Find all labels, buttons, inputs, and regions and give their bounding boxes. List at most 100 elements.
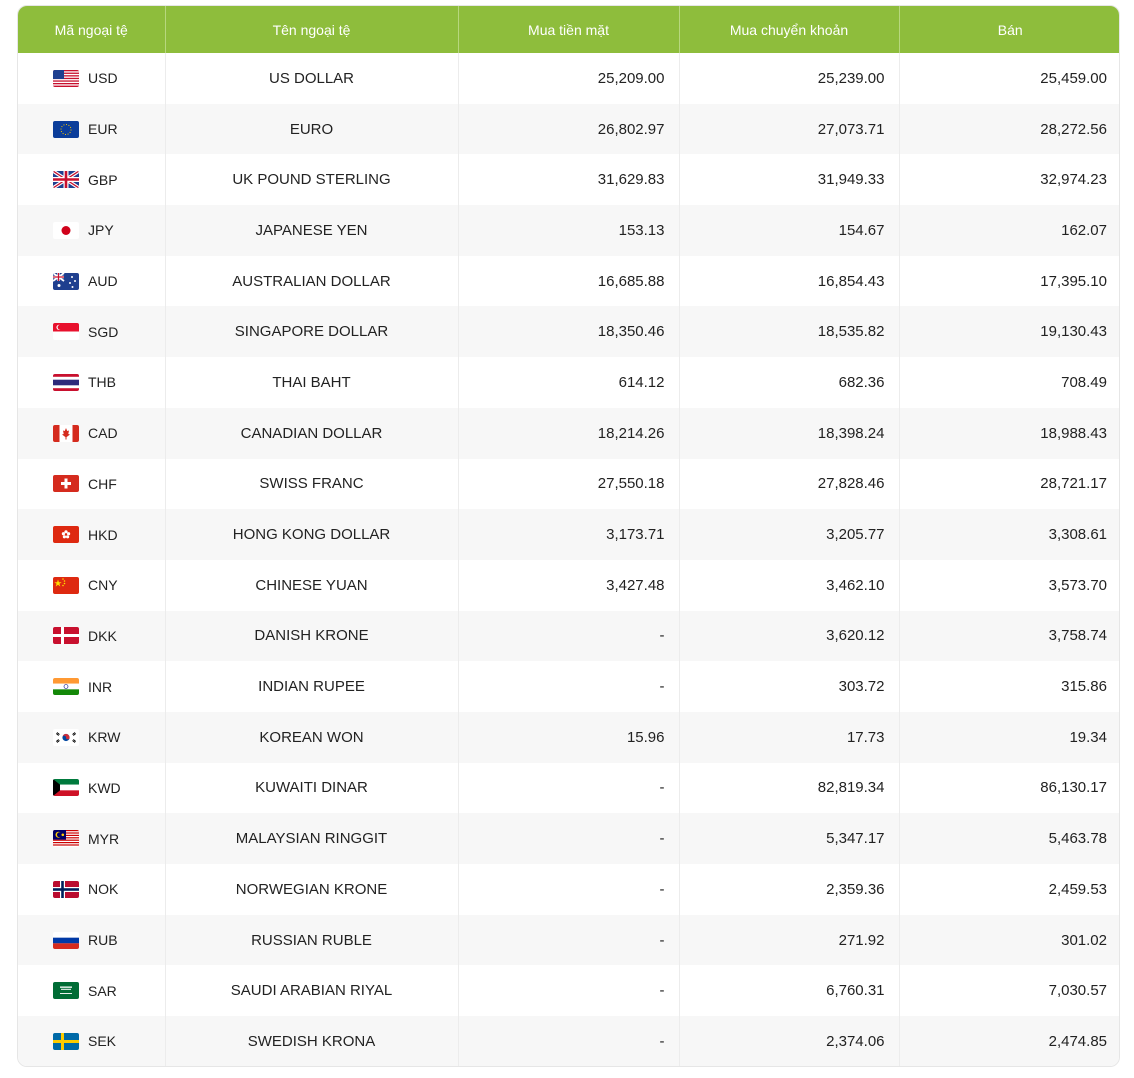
currency-code-column: KWD (18, 762, 166, 814)
buy-cash-value: 3,173.71 (458, 509, 680, 560)
denmark-flag-icon (53, 627, 79, 645)
thailand-flag-icon (53, 373, 79, 391)
buy-transfer-value: 31,949.33 (679, 154, 900, 206)
eu-flag-icon (53, 120, 79, 138)
uk-flag-icon (53, 171, 79, 189)
buy-transfer-value: 82,819.34 (679, 762, 900, 814)
currency-code-cell: MYR (53, 830, 165, 848)
currency-code: DKK (88, 627, 117, 644)
currency-code-cell: GBP (53, 171, 165, 189)
buy-cash-value: - (458, 914, 680, 966)
table-row: CAD CANADIAN DOLLAR 18,214.26 18,398.24 18,9… (18, 407, 1119, 459)
buy-transfer-value: 17.73 (679, 711, 900, 763)
buy-transfer-value: 3,205.77 (679, 509, 900, 560)
buy-cash-value: - (458, 813, 680, 864)
currency-name: SWISS FRANC (165, 458, 459, 510)
currency-code: NOK (88, 881, 119, 898)
sell-value: 28,272.56 (899, 103, 1119, 155)
currency-name: AUSTRALIAN DOLLAR (165, 255, 459, 307)
currency-code-column: JPY (18, 205, 166, 256)
currency-name: UK POUND STERLING (165, 154, 459, 206)
currency-name: SAUDI ARABIAN RIYAL (165, 965, 459, 1017)
currency-name: CANADIAN DOLLAR (165, 407, 459, 459)
table-row: CHF SWISS FRANC 27,550.18 27,828.46 28,721.1… (18, 458, 1119, 510)
currency-name: KUWAITI DINAR (165, 762, 459, 814)
china-flag-icon (53, 576, 79, 594)
header-buy-transfer: Mua chuyển khoản (679, 6, 900, 53)
sell-value: 301.02 (899, 914, 1119, 966)
header-name: Tên ngoại tệ (165, 6, 459, 53)
currency-code: GBP (88, 171, 118, 188)
header-sell: Bán (899, 6, 1119, 53)
buy-transfer-value: 6,760.31 (679, 965, 900, 1017)
sell-value: 708.49 (899, 357, 1119, 408)
sell-value: 5,463.78 (899, 813, 1119, 864)
currency-code-column: MYR (18, 813, 166, 864)
buy-cash-value: 18,350.46 (458, 306, 680, 358)
currency-code-column: NOK (18, 864, 166, 915)
australia-flag-icon (53, 272, 79, 290)
malaysia-flag-icon (53, 830, 79, 848)
table-row: GBP UK POUND STERLING 31,629.83 31,949.33 32… (18, 154, 1119, 206)
currency-name: RUSSIAN RUBLE (165, 914, 459, 966)
table-row: HKD HONG KONG DOLLAR 3,173.71 3,205.77 3,308… (18, 509, 1119, 560)
kuwait-flag-icon (53, 779, 79, 797)
table-row: SGD SINGAPORE DOLLAR 18,350.46 18,535.82 19,… (18, 306, 1119, 358)
sell-value: 3,308.61 (899, 509, 1119, 560)
currency-code-cell: SAR (53, 982, 165, 1000)
currency-code: SEK (88, 1033, 117, 1050)
us-flag-icon (53, 69, 79, 87)
currency-code: JPY (88, 222, 114, 239)
buy-transfer-value: 18,398.24 (679, 407, 900, 459)
currency-code-column: USD (18, 53, 166, 104)
sell-value: 2,474.85 (899, 1016, 1119, 1066)
sell-value: 162.07 (899, 205, 1119, 256)
currency-code-column: EUR (18, 103, 166, 155)
currency-name: CHINESE YUAN (165, 559, 459, 611)
currency-name: KOREAN WON (165, 711, 459, 763)
currency-code-column: SGD (18, 306, 166, 358)
currency-name: NORWEGIAN KRONE (165, 864, 459, 915)
header-code: Mã ngoại tệ (18, 6, 166, 53)
sell-value: 18,988.43 (899, 407, 1119, 459)
norway-flag-icon (53, 880, 79, 898)
table-row: RUB RUSSIAN RUBLE -271.92 301.02 (18, 914, 1119, 966)
buy-transfer-value: 271.92 (679, 914, 900, 966)
currency-code-column: HKD (18, 509, 166, 560)
currency-code-column: GBP (18, 154, 166, 206)
india-flag-icon (53, 678, 79, 696)
currency-code-cell: EUR (53, 120, 165, 138)
currency-code-cell: KWD (53, 779, 165, 797)
buy-cash-value: 31,629.83 (458, 154, 680, 206)
currency-name: US DOLLAR (165, 53, 459, 104)
exchange-rate-table: Mã ngoại tệ Tên ngoại tệ Mua tiền mặt Mu… (18, 6, 1119, 1066)
sell-value: 28,721.17 (899, 458, 1119, 510)
currency-code: AUD (88, 273, 118, 290)
buy-transfer-value: 2,359.36 (679, 864, 900, 915)
currency-code-cell: DKK (53, 627, 165, 645)
currency-name: MALAYSIAN RINGGIT (165, 813, 459, 864)
table-row: JPY JAPANESE YEN 153.13 154.67 162.07 (18, 205, 1119, 256)
buy-cash-value: 3,427.48 (458, 559, 680, 611)
buy-transfer-value: 27,828.46 (679, 458, 900, 510)
sweden-flag-icon (53, 1032, 79, 1050)
buy-transfer-value: 3,620.12 (679, 610, 900, 662)
table-row: KRW KOREAN WON 15.96 17.73 19.34 (18, 711, 1119, 763)
japan-flag-icon (53, 221, 79, 239)
table-row: USD US DOLLAR 25,209.00 25,239.00 25,459.00 (18, 53, 1119, 104)
currency-code: KRW (88, 729, 121, 746)
buy-cash-value: 153.13 (458, 205, 680, 256)
korea-flag-icon (53, 728, 79, 746)
currency-name: SINGAPORE DOLLAR (165, 306, 459, 358)
currency-name: JAPANESE YEN (165, 205, 459, 256)
currency-code-column: RUB (18, 914, 166, 966)
buy-transfer-value: 25,239.00 (679, 53, 900, 104)
sell-value: 3,758.74 (899, 610, 1119, 662)
table-row: KWD KUWAITI DINAR -82,819.34 86,130.17 (18, 762, 1119, 814)
hongkong-flag-icon (53, 526, 79, 544)
buy-transfer-value: 303.72 (679, 661, 900, 712)
table-row: MYR MALAYSIAN RINGGIT -5,347.17 5,463.78 (18, 813, 1119, 864)
currency-code: MYR (88, 830, 120, 847)
buy-cash-value: 18,214.26 (458, 407, 680, 459)
currency-code-cell: CNY (53, 576, 165, 594)
